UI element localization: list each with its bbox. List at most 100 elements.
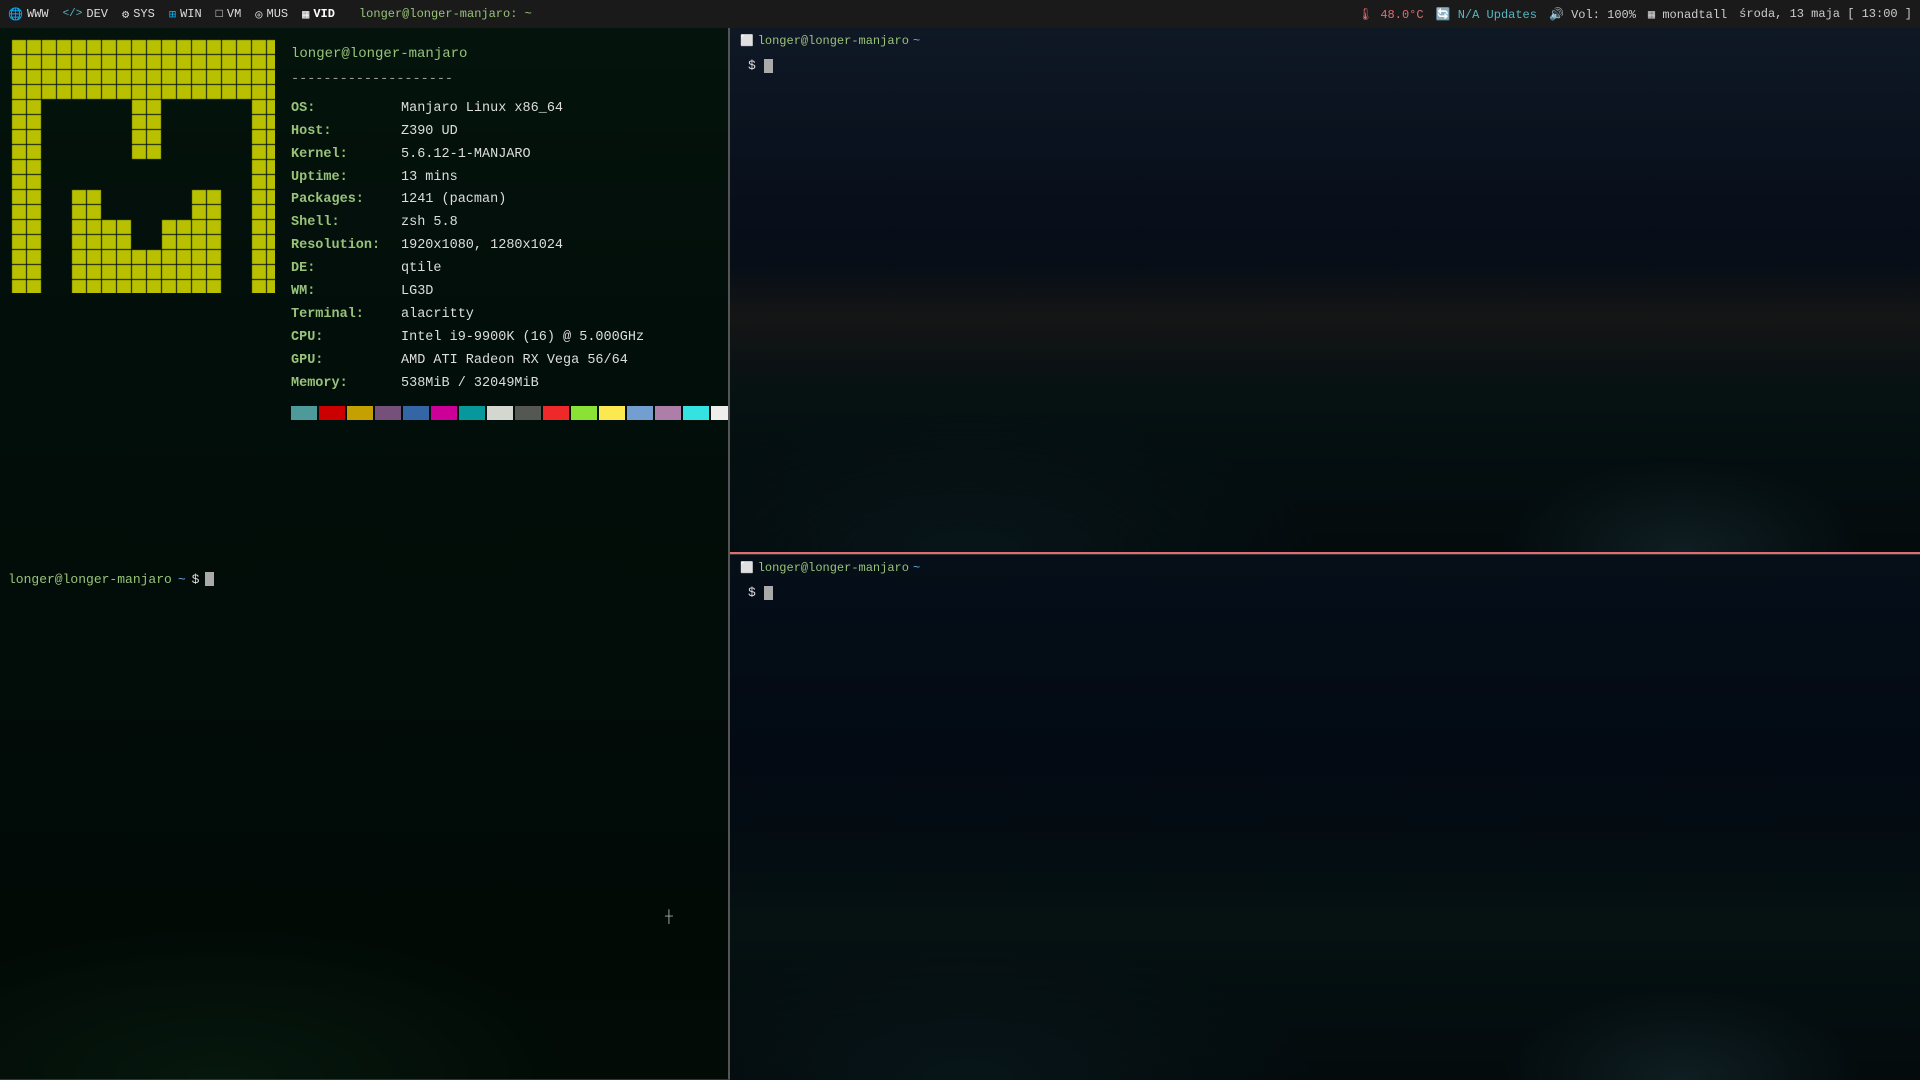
topbar-vm-label: VM (227, 7, 241, 21)
term-title-br: ⬜ longer@longer-manjaro ~ (740, 561, 920, 575)
info-row: Shell: zsh 5.8 (291, 212, 730, 235)
info-key: Uptime: (291, 167, 401, 190)
panel-bottom-right: ⬜ longer@longer-manjaro ~ $ (730, 554, 1920, 1080)
color-swatch (543, 406, 569, 420)
color-swatch (347, 406, 373, 420)
info-row: Kernel: 5.6.12-1-MANJARO (291, 144, 730, 167)
color-swatch (319, 406, 345, 420)
info-key: Resolution: (291, 235, 401, 258)
term-overlay-tr (730, 28, 1920, 552)
info-val: Manjaro Linux x86_64 (401, 98, 563, 121)
datetime: środa, 13 maja [ 13:00 ] (1739, 7, 1912, 21)
term-overlay-br (730, 555, 1920, 1080)
layout-badge: ▦ monadtall (1648, 7, 1727, 22)
cursor-indicator: ┼ (665, 909, 673, 924)
topbar-win[interactable]: ⊞ WIN (169, 7, 202, 22)
prompt-br: $ (748, 585, 773, 600)
topbar-vm[interactable]: □ VM (216, 7, 242, 21)
info-val: AMD ATI Radeon RX Vega 56/64 (401, 350, 628, 373)
terminal-prompt-bl: longer@longer-manjaro ~ $ (8, 572, 214, 587)
topbar-vid[interactable]: ▦ VID (302, 7, 335, 22)
panel-top-left: longer@longer-manjaro ------------------… (0, 28, 730, 1080)
cursor-br (764, 586, 773, 600)
color-swatch (375, 406, 401, 420)
color-swatch (711, 406, 730, 420)
dollar-tr: $ (748, 58, 756, 73)
info-key: DE: (291, 258, 401, 281)
info-val: 5.6.12-1-MANJARO (401, 144, 531, 167)
info-key: Packages: (291, 189, 401, 212)
color-swatch (515, 406, 541, 420)
info-val: LG3D (401, 281, 433, 304)
color-swatch (291, 406, 317, 420)
vm-icon: □ (216, 7, 223, 21)
info-key: GPU: (291, 350, 401, 373)
color-swatch (571, 406, 597, 420)
music-icon: ◎ (255, 7, 262, 22)
info-username: longer@longer-manjaro (291, 43, 730, 67)
info-row: Host: Z390 UD (291, 121, 730, 144)
color-swatch (683, 406, 709, 420)
info-row: Uptime: 13 mins (291, 167, 730, 190)
info-val: 13 mins (401, 167, 458, 190)
info-row: Packages: 1241 (pacman) (291, 189, 730, 212)
term-tilde-br: ~ (913, 561, 920, 575)
topbar-sys[interactable]: ⚙ SYS (122, 7, 155, 22)
topbar: 🌐 WWW </> DEV ⚙ SYS ⊞ WIN □ VM ◎ MUS ▦ V… (0, 0, 1920, 28)
topbar-win-label: WIN (180, 7, 202, 21)
term-title-tr: ⬜ longer@longer-manjaro ~ (740, 34, 920, 48)
prompt-user-bl: longer@longer-manjaro (8, 572, 172, 587)
info-row: Resolution: 1920x1080, 1280x1024 (291, 235, 730, 258)
topbar-sys-label: SYS (133, 7, 155, 21)
topbar-mus-label: MUS (267, 7, 289, 21)
color-swatch (403, 406, 429, 420)
topbar-dev[interactable]: </> DEV (63, 7, 108, 21)
info-row: GPU: AMD ATI Radeon RX Vega 56/64 (291, 350, 730, 373)
color-swatch (627, 406, 653, 420)
info-key: OS: (291, 98, 401, 121)
updates-badge: 🔄 N/A Updates (1436, 7, 1537, 22)
prompt-tilde-bl: ~ (178, 572, 186, 587)
info-row: CPU: Intel i9-9900K (16) @ 5.000GHz (291, 327, 730, 350)
info-row: WM: LG3D (291, 281, 730, 304)
dollar-br: $ (748, 585, 756, 600)
info-val: Intel i9-9900K (16) @ 5.000GHz (401, 327, 644, 350)
color-swatches (291, 406, 730, 420)
dev-icon: </> (63, 8, 83, 20)
info-val: 1241 (pacman) (401, 189, 506, 212)
terminal-icon-tr: ⬜ (740, 34, 754, 48)
info-key: Memory: (291, 373, 401, 396)
color-swatch (487, 406, 513, 420)
topbar-mus[interactable]: ◎ MUS (255, 7, 288, 22)
volume-badge: 🔊 Vol: 100% (1549, 7, 1636, 22)
term-user-tr: longer@longer-manjaro (758, 34, 909, 48)
info-key: WM: (291, 281, 401, 304)
cursor-tr (764, 59, 773, 73)
topbar-right: 🌡 48.0°C 🔄 N/A Updates 🔊 Vol: 100% ▦ mon… (1358, 7, 1912, 22)
neofetch-area: longer@longer-manjaro ------------------… (0, 28, 728, 564)
topbar-www[interactable]: 🌐 WWW (8, 7, 49, 22)
info-key: Shell: (291, 212, 401, 235)
topbar-host: longer@longer-manjaro: ~ (359, 7, 532, 21)
prompt-dollar-bl: $ (192, 572, 200, 587)
color-swatch (599, 406, 625, 420)
grid-icon: ▦ (302, 7, 309, 22)
info-val: Z390 UD (401, 121, 458, 144)
info-val: 538MiB / 32049MiB (401, 373, 539, 396)
color-swatch (459, 406, 485, 420)
term-tilde-tr: ~ (913, 34, 920, 48)
panel-top-right: ⬜ longer@longer-manjaro ~ $ (730, 28, 1920, 554)
cursor-bl (205, 572, 214, 586)
topbar-left: 🌐 WWW </> DEV ⚙ SYS ⊞ WIN □ VM ◎ MUS ▦ V… (8, 7, 532, 22)
info-key: Terminal: (291, 304, 401, 327)
windows-icon: ⊞ (169, 7, 176, 22)
info-row: Terminal: alacritty (291, 304, 730, 327)
gear-icon: ⚙ (122, 7, 129, 22)
ascii-logo (10, 38, 275, 293)
color-swatch (655, 406, 681, 420)
info-key: Host: (291, 121, 401, 144)
terminal-icon-br: ⬜ (740, 561, 754, 575)
prompt-tr: $ (748, 58, 773, 73)
info-val: zsh 5.8 (401, 212, 458, 235)
info-val: alacritty (401, 304, 474, 327)
